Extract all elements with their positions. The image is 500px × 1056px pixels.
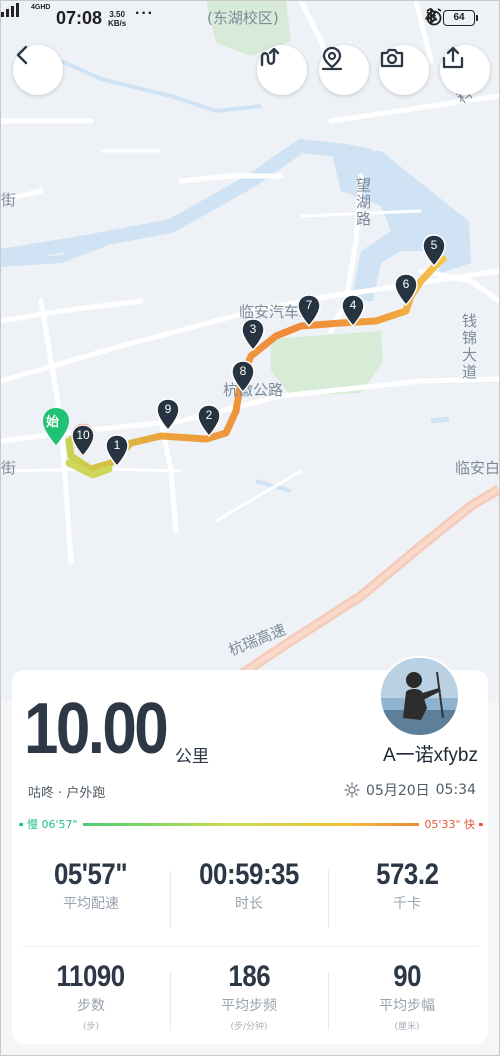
- signal-icon: [1, 3, 19, 17]
- stats-row-2: 11090 步数 (步) 186 平均步频 (步/分钟) 90 平均步幅 (厘米…: [12, 960, 488, 1032]
- location-pin-icon: [321, 46, 343, 71]
- km-marker[interactable]: 7: [296, 294, 322, 328]
- app-screen: (东湖校区) 望湖路 临安汽车站 杭徽公路 钱锦大道 杭瑞高速 临安白 街 街 …: [0, 0, 500, 1056]
- location-button[interactable]: [319, 45, 369, 95]
- share-icon: [442, 46, 464, 69]
- stat-label: 步数: [77, 998, 105, 1014]
- stat-label: 平均步幅: [379, 998, 435, 1014]
- stat-value: 186: [228, 960, 270, 993]
- km-marker[interactable]: 9: [155, 398, 181, 432]
- km-marker-label: 9: [164, 402, 172, 416]
- stat-value: 90: [393, 960, 421, 993]
- route-map[interactable]: (东湖校区) 望湖路 临安汽车站 杭徽公路 钱锦大道 杭瑞高速 临安白 街 街 …: [1, 1, 499, 701]
- run-summary-card: 10.00 公里 A一诺xfybz 咕咚 · 户外跑 05月20日 05:34 …: [12, 656, 488, 1044]
- alarm-icon: [426, 8, 442, 26]
- km-marker-label: 10: [76, 428, 90, 442]
- km-marker[interactable]: 4: [340, 294, 366, 328]
- stat-unit: (步/分钟): [230, 1022, 268, 1032]
- km-marker-label: 8: [239, 364, 247, 378]
- km-marker[interactable]: 5: [421, 234, 447, 268]
- battery-icon: 64: [443, 10, 478, 26]
- status-bar: 4GHD 07:08 3.50 KB/s ··· 4G 64: [1, 1, 499, 35]
- run-date: 05月20日: [366, 783, 430, 799]
- net-speed-value: 3.50: [109, 10, 125, 19]
- stat-cadence: 186 平均步频 (步/分钟): [170, 960, 328, 1032]
- pace-legend: 慢 06'57" 05'33" 快: [19, 816, 483, 832]
- more-notifications-icon: ···: [135, 5, 154, 22]
- map-label-qianjin-avenue: 钱锦大道: [460, 313, 478, 381]
- km-marker[interactable]: 1: [104, 434, 130, 468]
- stat-value: 00:59:35: [199, 858, 299, 891]
- km-marker-label: 3: [249, 322, 257, 336]
- net-speed-unit: KB/s: [108, 19, 127, 28]
- pace-slow-label: 慢 06'57": [23, 816, 83, 832]
- stat-avg-pace: 05'57" 平均配速: [12, 858, 170, 913]
- km-marker[interactable]: 10: [70, 424, 96, 458]
- km-marker[interactable]: 6: [393, 273, 419, 307]
- stat-label: 平均步频: [221, 998, 277, 1014]
- km-marker-label: 5: [430, 238, 438, 252]
- chevron-left-icon: [16, 45, 28, 65]
- stat-steps: 11090 步数 (步): [12, 960, 170, 1032]
- status-right: 4G 64: [425, 8, 478, 28]
- username[interactable]: A一诺xfybz: [383, 740, 478, 767]
- stat-value: 11090: [56, 960, 126, 993]
- camera-icon: [380, 48, 404, 68]
- back-button[interactable]: [13, 45, 63, 95]
- stat-value: 573.2: [375, 858, 439, 891]
- km-marker-label: 6: [402, 277, 410, 291]
- share-button[interactable]: [440, 45, 490, 95]
- run-datetime: 05月20日 05:34: [344, 780, 476, 800]
- network-tag: 4GHD: [31, 4, 51, 11]
- km-marker-label: 1: [113, 438, 121, 452]
- stat-label: 千卡: [393, 896, 421, 912]
- stat-label: 时长: [235, 896, 263, 912]
- km-marker-label: 4: [349, 298, 357, 312]
- stat-calories: 573.2 千卡: [328, 858, 486, 928]
- map-label-jie-bottom: 街: [1, 459, 17, 477]
- avatar-image: [381, 658, 458, 735]
- km-marker-label: 2: [205, 408, 213, 422]
- stats-divider: [22, 946, 478, 947]
- run-time: 05:34: [435, 782, 476, 798]
- net-speed: 3.50 KB/s: [108, 10, 126, 28]
- route-icon: [260, 47, 280, 67]
- stat-stride: 90 平均步幅 (厘米): [328, 960, 486, 1032]
- distance-unit: 公里: [175, 747, 209, 767]
- map-label-wanghu-road: 望湖路: [354, 177, 372, 228]
- start-marker-label: 始: [46, 415, 60, 430]
- stat-duration: 00:59:35 时长: [170, 858, 328, 928]
- stats-row-1: 05'57" 平均配速 00:59:35 时长 573.2 千卡: [12, 858, 488, 928]
- stat-value: 05'57": [54, 858, 128, 891]
- stat-label: 平均配速: [63, 896, 119, 912]
- km-marker-label: 7: [305, 298, 313, 312]
- start-marker[interactable]: 始: [41, 407, 71, 447]
- avatar[interactable]: [379, 656, 460, 737]
- route-button[interactable]: [257, 45, 307, 95]
- status-time: 07:08: [56, 8, 103, 28]
- camera-button[interactable]: [379, 45, 429, 95]
- km-marker[interactable]: 8: [230, 360, 256, 394]
- sport-type: 咕咚 · 户外跑: [28, 786, 106, 801]
- km-marker[interactable]: 3: [240, 318, 266, 352]
- map-label-linan-right: 临安白: [455, 459, 500, 477]
- stat-unit: (厘米): [394, 1022, 420, 1032]
- map-label-jie-top: 街: [1, 191, 17, 209]
- distance-value: 10.00: [24, 689, 169, 769]
- pace-gradient-bar: [19, 823, 483, 826]
- pace-fast-label: 05'33" 快: [419, 816, 479, 832]
- km-marker[interactable]: 2: [196, 404, 222, 438]
- stat-unit: (步): [82, 1022, 100, 1032]
- sun-icon: [344, 782, 360, 798]
